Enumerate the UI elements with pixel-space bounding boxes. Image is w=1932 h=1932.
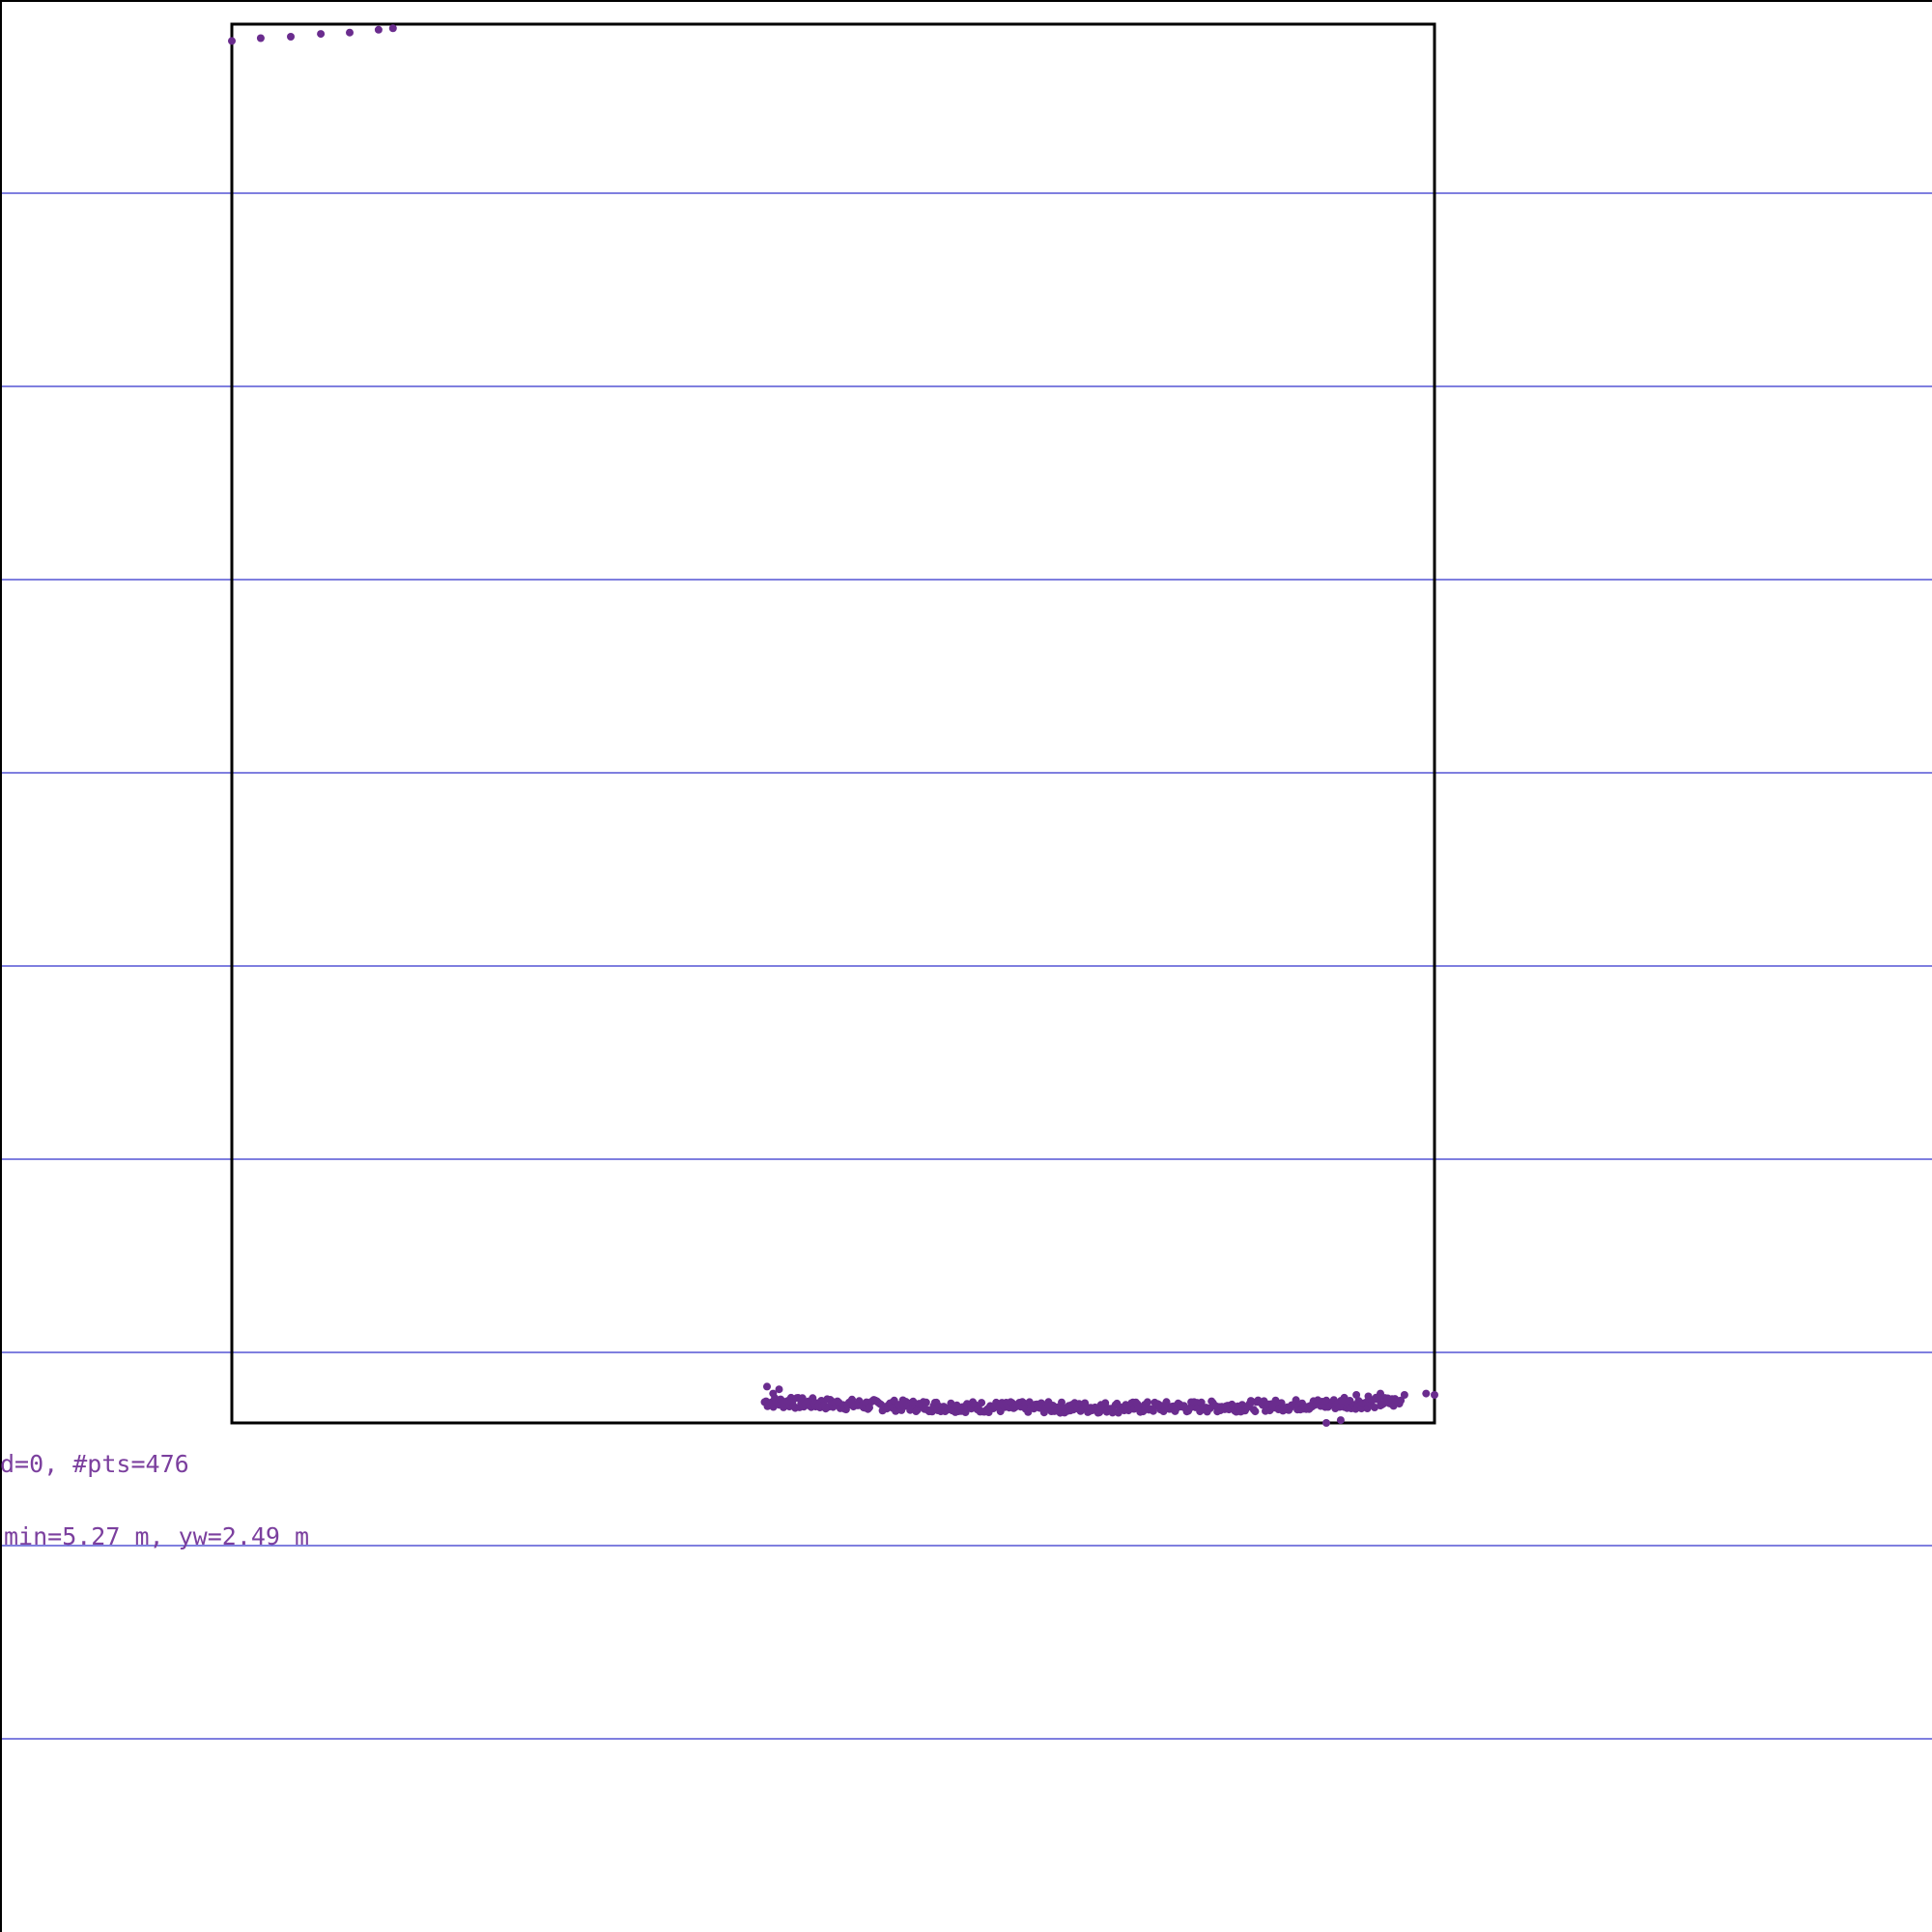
data-point-7	[388, 24, 397, 33]
data-point-188	[978, 1399, 986, 1407]
data-point-8	[763, 1382, 771, 1391]
data-point-4	[317, 30, 326, 39]
data-point-3	[287, 33, 295, 41]
data-point-36	[1431, 1391, 1438, 1399]
data-point-35	[1422, 1389, 1431, 1398]
data-point-6	[374, 25, 383, 34]
data-point-5	[346, 28, 354, 37]
info-label-points: d=0, #pts=476	[0, 1450, 189, 1478]
info-label-range: min=5.27 m, yw=2.49 m	[4, 1522, 309, 1550]
data-point-376	[1251, 1407, 1260, 1416]
data-point-37	[1322, 1419, 1330, 1427]
data-point-2	[256, 34, 265, 43]
data-point-150	[922, 1398, 930, 1406]
data-point-1	[228, 37, 236, 45]
data-point-38	[1336, 1416, 1345, 1425]
data-point-302	[1143, 1398, 1151, 1406]
data-point-404	[1292, 1396, 1300, 1405]
data-point-476	[1397, 1396, 1406, 1405]
scatter-plot: d=0, #pts=476 min=5.27 m, yw=2.49 m	[0, 0, 1932, 1932]
data-point-10	[775, 1385, 783, 1394]
